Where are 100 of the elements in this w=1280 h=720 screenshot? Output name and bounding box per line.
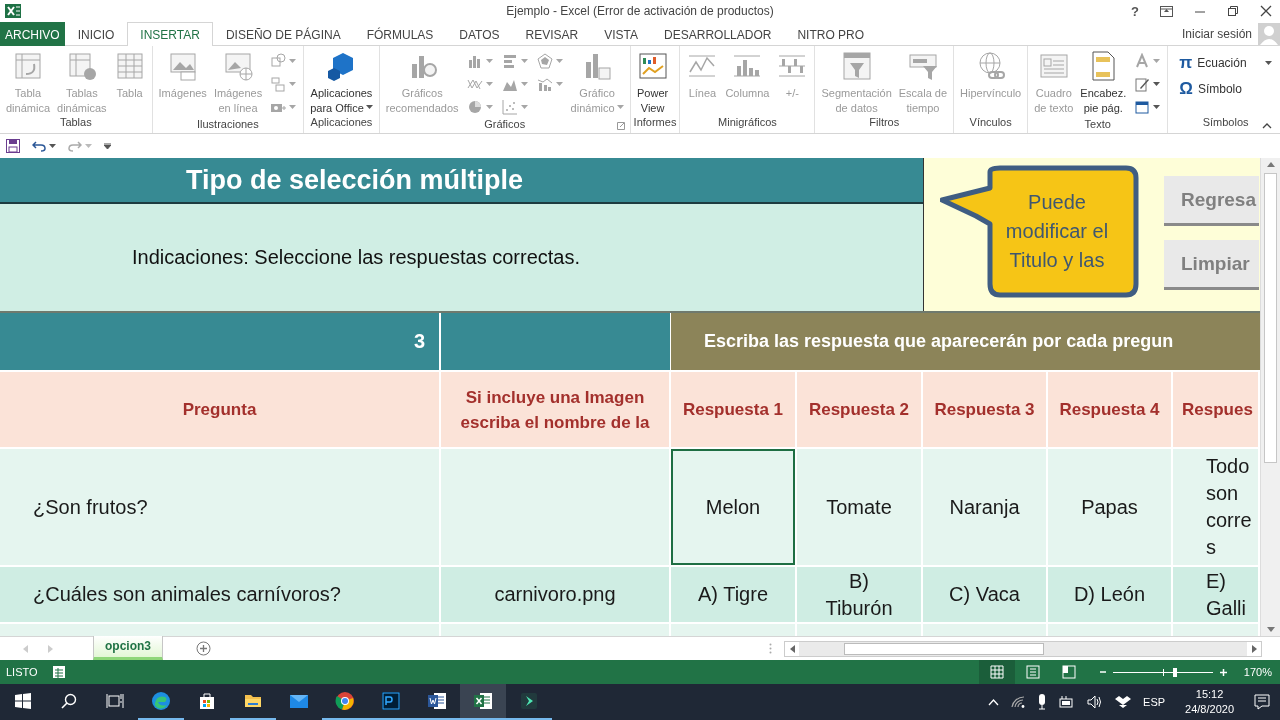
- ribbon-button[interactable]: Aplicaciones para Office: [307, 50, 376, 116]
- pen-icon: [1134, 76, 1151, 92]
- ribbon-icon-button[interactable]: [1134, 98, 1161, 116]
- table-cell[interactable]: Todo son corre s: [1173, 447, 1260, 565]
- task-view-icon[interactable]: [106, 693, 124, 709]
- column-header: Respuesta 3: [923, 370, 1048, 447]
- ribbon-tab[interactable]: INICIO: [64, 22, 128, 46]
- table-cell[interactable]: Tomate: [797, 447, 923, 565]
- table-cell[interactable]: E) Galli: [1173, 565, 1260, 622]
- macro-icon[interactable]: [52, 665, 66, 679]
- microphone-icon[interactable]: [1037, 694, 1048, 710]
- table-cell[interactable]: B) Tiburón: [797, 565, 923, 622]
- instructions-text: Indicaciones: Seleccione las respuestas correctas.: [0, 204, 923, 311]
- pie-chart-icon: [466, 99, 483, 115]
- dialog-launcher-icon[interactable]: [616, 122, 625, 130]
- ribbon-tab[interactable]: INSERTAR: [127, 22, 213, 46]
- scroll-right-icon[interactable]: [1251, 644, 1257, 653]
- collapse-ribbon-icon[interactable]: [1262, 123, 1272, 129]
- scroll-up-icon[interactable]: [1266, 162, 1275, 167]
- zoom-slider-thumb[interactable]: [1173, 667, 1177, 677]
- table-cell[interactable]: ¿Son frutos?: [0, 447, 441, 565]
- table-cell[interactable]: [1173, 622, 1260, 636]
- table-cell[interactable]: D) León: [1048, 565, 1173, 622]
- caret-icon: [49, 144, 56, 148]
- table-cell[interactable]: Melon: [671, 447, 797, 565]
- scrollbar-thumb[interactable]: [844, 642, 1044, 655]
- ribbon-button[interactable]: π Ecuación: [1175, 52, 1276, 73]
- group-label: Tablas: [59, 116, 92, 128]
- clock[interactable]: 15:12 24/8/2020: [1185, 687, 1234, 717]
- ribbon-tab[interactable]: VISTA: [591, 22, 652, 46]
- shopping-bag-icon: [197, 691, 217, 711]
- add-sheet-icon[interactable]: [196, 641, 211, 656]
- table-cell[interactable]: [441, 622, 671, 636]
- windows-logo-icon: [15, 693, 31, 709]
- table-cell[interactable]: [1048, 622, 1173, 636]
- zoom-out-icon[interactable]: [1099, 668, 1107, 676]
- caret-icon: [555, 59, 563, 63]
- language-indicator[interactable]: ESP: [1143, 696, 1166, 708]
- ribbon-tab[interactable]: ARCHIVO: [0, 22, 65, 46]
- scroll-left-icon[interactable]: [789, 644, 795, 653]
- caret-icon: [289, 59, 297, 63]
- ribbon-tab[interactable]: DATOS: [446, 22, 513, 46]
- caret-icon: [85, 144, 92, 148]
- table-cell[interactable]: Papas: [1048, 447, 1173, 565]
- column-header: Respues: [1173, 370, 1260, 447]
- ribbon-tab[interactable]: DISEÑO DE PÁGINA: [212, 22, 354, 46]
- ribbon-display-icon[interactable]: [1160, 5, 1173, 17]
- sheet-tab[interactable]: opcion3: [93, 635, 163, 660]
- group-label: Informes: [633, 116, 677, 128]
- ribbon-button[interactable]: Power View: [633, 50, 672, 116]
- customize-icon[interactable]: [104, 143, 111, 149]
- scrollbar-thumb[interactable]: [1264, 173, 1277, 463]
- group-label: Gráficos: [484, 118, 526, 130]
- restore-icon[interactable]: [1227, 5, 1239, 17]
- normal-view-icon[interactable]: [979, 660, 1015, 684]
- shapes-icon: [270, 53, 287, 69]
- ribbon-button[interactable]: Ω Símbolo: [1175, 78, 1276, 99]
- zoom-level[interactable]: 170%: [1228, 666, 1280, 678]
- column-chart-icon: [466, 53, 483, 69]
- caret-icon: [520, 105, 528, 109]
- table-cell[interactable]: ¿Cuáles son animales carnívoros?: [0, 565, 441, 622]
- ribbon-icon-button[interactable]: [1134, 75, 1161, 93]
- table-cell[interactable]: [671, 622, 797, 636]
- ribbon-button[interactable]: Encabez. pie pág.: [1077, 50, 1130, 116]
- close-icon[interactable]: [1260, 5, 1272, 17]
- help-button[interactable]: ?: [1131, 3, 1139, 19]
- group-label: Minigráficos: [718, 116, 777, 128]
- save-icon[interactable]: [6, 139, 20, 153]
- table-cell[interactable]: [441, 447, 671, 565]
- table-cell[interactable]: Naranja: [923, 447, 1048, 565]
- filter-icon: [840, 50, 873, 82]
- search-icon[interactable]: [61, 693, 77, 709]
- ribbon-tab[interactable]: DESARROLLADOR: [651, 22, 785, 46]
- table-cell[interactable]: [797, 622, 923, 636]
- caret-icon: [485, 59, 493, 63]
- sign-in-link[interactable]: Iniciar sesión: [1181, 26, 1252, 41]
- taskbar-app[interactable]: [460, 684, 506, 720]
- chevron-up-icon[interactable]: [988, 698, 1000, 706]
- notification-icon[interactable]: [1254, 694, 1270, 710]
- column-header: Pregunta: [0, 370, 441, 447]
- ribbon-tab[interactable]: REVISAR: [512, 22, 592, 46]
- zoom-in-icon[interactable]: [1219, 667, 1228, 677]
- speech-bubble: Puede modificar el Titulo y las: [940, 164, 1140, 299]
- table-cell[interactable]: [0, 622, 441, 636]
- table-cell[interactable]: C) Vaca: [923, 565, 1048, 622]
- table-cell[interactable]: A) Tigre: [671, 565, 797, 622]
- column-header: Respuesta 4: [1048, 370, 1173, 447]
- ribbon-tab[interactable]: FÓRMULAS: [353, 22, 447, 46]
- scroll-down-icon[interactable]: [1266, 627, 1275, 632]
- box-icon[interactable]: [1115, 695, 1132, 709]
- window-title: Ejemplo - Excel (Error de activación de productos): [505, 4, 775, 18]
- table-cell[interactable]: carnivoro.png: [441, 565, 671, 622]
- undo-icon[interactable]: [32, 140, 46, 152]
- battery-icon[interactable]: [1059, 696, 1076, 708]
- spreadsheet-app-icon: [473, 691, 493, 711]
- answers-banner: Escriba las respuesta que aparecerán por cada pregun: [671, 313, 1260, 370]
- wifi-icon[interactable]: [1011, 696, 1026, 708]
- table-cell[interactable]: [923, 622, 1048, 636]
- volume-icon[interactable]: [1087, 695, 1104, 709]
- ribbon-tab[interactable]: NITRO PRO: [784, 22, 878, 46]
